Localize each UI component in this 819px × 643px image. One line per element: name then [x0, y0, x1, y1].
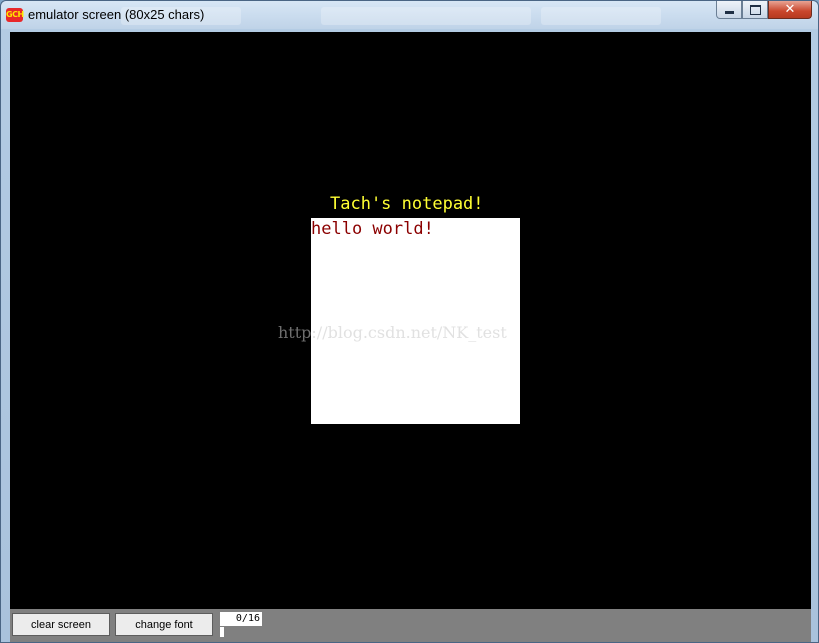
background-blur: [541, 7, 661, 25]
minimize-button[interactable]: [716, 1, 742, 19]
watermark: http://blog.csdn.net/NK_test: [278, 323, 507, 342]
close-button[interactable]: ✕: [768, 1, 812, 19]
title-bar[interactable]: GCH emulator screen (80x25 chars) ✕: [1, 1, 818, 29]
counter-progress: [220, 627, 224, 637]
emulator-window: GCH emulator screen (80x25 chars) ✕ Tach…: [0, 0, 819, 643]
change-font-button[interactable]: change font: [115, 613, 213, 636]
caption-buttons: ✕: [716, 1, 812, 20]
emulator-screen[interactable]: Tach's notepad! hello world! http://blog…: [10, 32, 811, 609]
maximize-button[interactable]: [742, 1, 768, 19]
control-bar: clear screen change font 0/16: [10, 609, 811, 642]
background-blur: [321, 7, 531, 25]
minimize-icon: [724, 11, 734, 14]
maximize-icon: [749, 4, 761, 15]
app-icon: GCH: [6, 8, 24, 22]
close-icon: ✕: [784, 2, 796, 17]
notepad-text: hello world!: [311, 219, 434, 239]
window-title: emulator screen (80x25 chars): [28, 7, 205, 22]
notepad-title: Tach's notepad!: [330, 194, 484, 214]
clear-screen-button[interactable]: clear screen: [12, 613, 110, 636]
notepad-text-area[interactable]: hello world!: [311, 218, 520, 424]
character-counter: 0/16: [220, 612, 262, 626]
